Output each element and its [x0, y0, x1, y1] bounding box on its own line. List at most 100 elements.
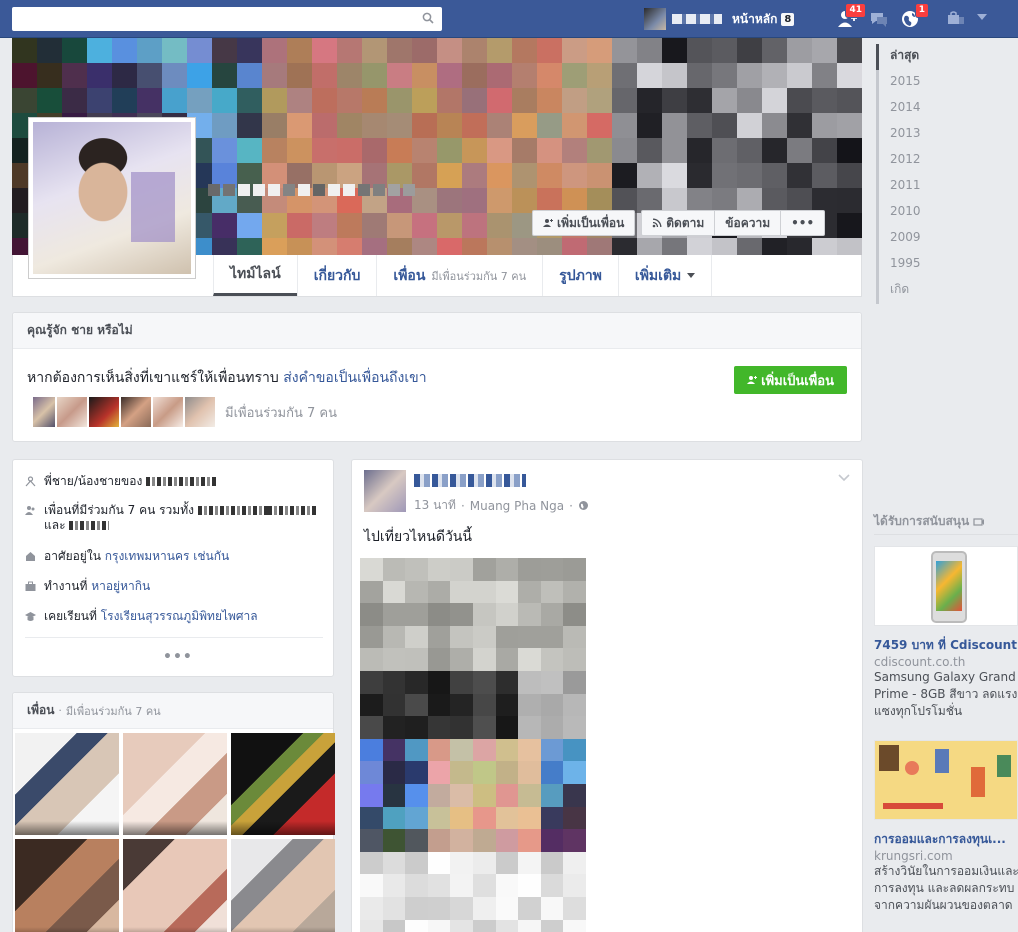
friends-box-mutual[interactable]: มีเพื่อนร่วมกัน 7 คน [66, 702, 161, 720]
send-friend-request-link[interactable]: ส่งคำขอเป็นเพื่อนถึงเขา [283, 370, 426, 386]
mutual-friend-avatar[interactable] [89, 397, 119, 427]
redacted-name[interactable] [146, 477, 217, 486]
year-link[interactable]: 2012 [876, 148, 956, 174]
ad-title[interactable]: การออมและการลงทุนเ... [874, 830, 1018, 849]
year-link[interactable]: 2010 [876, 200, 956, 226]
friends-box: เพื่อน · มีเพื่อนร่วมกัน 7 คน [12, 692, 335, 932]
mutual-friend-avatar[interactable] [57, 397, 87, 427]
top-user-profile-link[interactable] [644, 8, 722, 30]
mutual-friend-avatar[interactable] [153, 397, 183, 427]
study-link[interactable]: โรงเรียนสุวรรณภูมิพิทยไพศาล [101, 609, 258, 623]
redacted-name[interactable] [267, 506, 318, 515]
ad-image-illustration [997, 755, 1011, 777]
ad-image[interactable] [874, 546, 1018, 626]
post-photo[interactable] [360, 558, 586, 932]
friends-grid [15, 733, 335, 932]
intro-more-button[interactable]: ••• [163, 649, 193, 665]
public-globe-icon[interactable] [578, 500, 589, 511]
do-you-know-box: คุณรู้จัก ชาย หรือไม่ หากต้องการเห็นสิ่ง… [12, 312, 862, 442]
friend-thumbnail[interactable] [123, 733, 227, 835]
intro-work: ทำงานที่ หาอยู่หากิน [25, 579, 325, 594]
study-prefix: เคยเรียนที่ [44, 609, 97, 623]
privacy-lock-icon[interactable] [947, 11, 965, 27]
message-button[interactable]: ข้อความ [715, 210, 782, 236]
post-author-name-redacted[interactable] [414, 474, 526, 487]
friend-thumbnail[interactable] [15, 839, 119, 932]
ad-choices-icon[interactable] [973, 517, 985, 527]
add-friend-green-button[interactable]: เพิ่มเป็นเพื่อน [734, 366, 847, 394]
post-meta: 13 นาที · Muang Pha Nga · [414, 496, 589, 515]
tab-friends-mutual-count: มีเพื่อนร่วมกัน 7 คน [431, 269, 527, 283]
year-link[interactable]: 2013 [876, 122, 956, 148]
post-time[interactable]: 13 นาที [414, 496, 456, 515]
ad-domain[interactable]: cdiscount.co.th [874, 655, 1018, 669]
year-link[interactable]: 1995 [876, 252, 956, 278]
post-author-avatar[interactable] [364, 470, 406, 512]
ad-title[interactable]: 7459 บาท ที่ Cdiscount [874, 636, 1018, 655]
messages-jewel[interactable] [868, 8, 890, 30]
friend-requests-jewel[interactable]: 41 [836, 3, 866, 30]
graduation-cap-icon [25, 612, 36, 621]
profile-picture-image [33, 122, 191, 274]
tab-photos[interactable]: รูปภาพ [542, 255, 618, 296]
briefcase-icon [25, 581, 36, 591]
tab-label: รูปภาพ [559, 267, 602, 284]
mutual-friend-avatar[interactable] [185, 397, 215, 427]
ad-image[interactable] [874, 740, 1018, 820]
do-you-know-message: หากต้องการเห็นสิ่งที่เขาแชร์ให้เพื่อนทรา… [27, 370, 279, 386]
post-meta-separator: · [460, 498, 465, 513]
post-options-chevron-icon[interactable] [838, 474, 850, 482]
notifications-badge: 1 [914, 3, 929, 18]
tab-label: ไทม์ไลน์ [230, 266, 281, 282]
ad-image-illustration [905, 761, 919, 775]
notifications-jewel[interactable]: 1 [899, 3, 929, 30]
search-input[interactable] [12, 7, 412, 29]
tab-more[interactable]: เพิ่มเติม [617, 255, 713, 296]
ad-description: สร้างวินัยในการออมเงินและ การลงทุน และลด… [874, 864, 1018, 912]
account-menu-caret-icon[interactable] [977, 14, 987, 20]
ad-card[interactable]: 7459 บาท ที่ Cdiscount cdiscount.co.th S… [874, 546, 1018, 720]
friend-thumbnail[interactable] [231, 733, 335, 835]
friend-thumbnail[interactable] [15, 733, 119, 835]
lives-link[interactable]: กรุงเทพมหานคร เช่นกัน [105, 549, 229, 563]
add-friend-label: เพิ่มเป็นเพื่อน [557, 215, 625, 230]
search-box[interactable] [12, 7, 442, 31]
mutual-friend-avatar[interactable] [121, 397, 151, 427]
post-location[interactable]: Muang Pha Nga [470, 499, 564, 513]
home-link[interactable]: หน้าหลัก 8 [732, 10, 795, 29]
year-link[interactable]: 2011 [876, 174, 956, 200]
friend-thumbnail[interactable] [123, 839, 227, 932]
more-options-button[interactable]: ••• [781, 210, 826, 236]
intro-lives-in: อาศัยอยู่ใน กรุงเทพมหานคร เช่นกัน [25, 549, 325, 564]
tab-label: เพิ่มเติม [634, 267, 682, 284]
add-friend-button[interactable]: เพิ่มเป็นเพื่อน [532, 210, 636, 236]
ad-card[interactable]: การออมและการลงทุนเ... krungsri.com สร้าง… [874, 740, 1018, 914]
redacted-name[interactable] [197, 506, 268, 515]
mutual-friends-count[interactable]: มีเพื่อนร่วมกัน 7 คน [225, 402, 337, 423]
mutual-friend-avatar[interactable] [33, 397, 55, 427]
ad-description: Samsung Galaxy Grand Prime - 8GB สีขาว ล… [874, 670, 1018, 718]
search-icon[interactable] [422, 12, 434, 24]
year-link[interactable]: 2009 [876, 226, 956, 252]
profile-name-redacted [208, 184, 415, 196]
follow-button[interactable]: ติดตาม [641, 210, 716, 236]
year-link[interactable]: 2015 [876, 70, 956, 96]
year-link[interactable]: 2014 [876, 96, 956, 122]
tab-friends[interactable]: เพื่อน มีเพื่อนร่วมกัน 7 คน [376, 255, 542, 296]
profile-picture[interactable] [28, 117, 196, 279]
top-navigation-bar: หน้าหลัก 8 41 1 [0, 0, 1018, 38]
rss-follow-icon [652, 218, 662, 228]
work-link[interactable]: หาอยู่หากิน [91, 579, 150, 593]
redacted-name[interactable] [69, 521, 110, 530]
work-prefix: ทำงานที่ [44, 579, 88, 593]
friend-thumbnail[interactable] [231, 839, 335, 932]
friends-box-title[interactable]: เพื่อน [27, 701, 54, 720]
tab-about[interactable]: เกี่ยวกับ [296, 255, 377, 296]
sponsored-divider [874, 534, 1018, 535]
ad-domain[interactable]: krungsri.com [874, 849, 1018, 863]
year-link[interactable]: เกิด [876, 278, 956, 304]
mutual-friends-row: มีเพื่อนร่วมกัน 7 คน [33, 397, 337, 427]
friends-box-separator: · [58, 704, 62, 717]
year-link[interactable]: ล่าสุด [876, 44, 956, 70]
tab-timeline[interactable]: ไทม์ไลน์ [213, 255, 297, 296]
